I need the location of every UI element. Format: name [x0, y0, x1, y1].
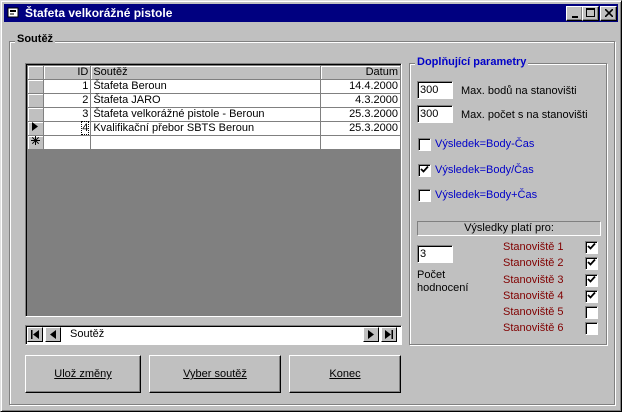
column-header-id[interactable]: ID	[42, 65, 92, 80]
new-cell-id[interactable]	[42, 135, 92, 150]
app-window: Štafeta velkorážné pistole Soutěž ID Sou…	[0, 0, 622, 412]
eval-count-label-1: Počet	[417, 269, 446, 281]
checkmark-icon	[420, 165, 429, 173]
minimize-button[interactable]	[566, 6, 583, 21]
checkmark-icon	[587, 291, 596, 299]
station-3-label: Stanoviště 3	[503, 274, 564, 286]
cell-name[interactable]: Štafeta JARO	[90, 93, 322, 108]
station-5-label: Stanoviště 5	[503, 306, 564, 318]
cell-name[interactable]: Kvalifikační přebor SBTS Beroun	[90, 121, 322, 136]
competition-grid[interactable]: ID Soutěž Datum 1 Štafeta Beroun 14.4.20…	[25, 63, 402, 317]
maximize-button[interactable]	[582, 6, 599, 21]
cell-date[interactable]: 14.4.2000	[320, 79, 401, 94]
cell-date[interactable]: 25.3.2000	[320, 107, 401, 122]
station-4-label: Stanoviště 4	[503, 290, 564, 302]
save-changes-button[interactable]: Ulož změny	[25, 355, 141, 393]
max-points-label: Max. bodů na stanovišti	[461, 85, 577, 97]
cell-name[interactable]: Štafeta Beroun	[90, 79, 322, 94]
max-points-input[interactable]: 300	[417, 81, 453, 99]
first-record-icon	[31, 330, 39, 339]
eval-count-input[interactable]: 3	[417, 245, 453, 263]
station-1-checkbox[interactable]	[585, 241, 598, 254]
grid-header-row: ID Soutěž Datum	[27, 65, 401, 80]
cell-id[interactable]: 2	[42, 93, 92, 108]
cell-id[interactable]: 3	[42, 107, 92, 122]
exit-button[interactable]: Konec	[289, 355, 401, 393]
station-6-label: Stanoviště 6	[503, 322, 564, 334]
table-row[interactable]: 2 Štafeta JARO 4.3.2000	[27, 93, 401, 108]
formula-plus-checkbox[interactable]	[418, 189, 431, 202]
table-row[interactable]: 1 Štafeta Beroun 14.4.2000	[27, 79, 401, 94]
station-3-checkbox[interactable]	[585, 274, 598, 287]
cell-id-value: 4	[81, 121, 90, 135]
prev-record-icon	[50, 330, 56, 339]
new-cell-date[interactable]	[320, 135, 401, 150]
formula-minus-label: Výsledek=Body-Čas	[435, 138, 535, 150]
station-4-checkbox[interactable]	[585, 290, 598, 303]
row-selector[interactable]	[27, 107, 44, 122]
record-navigator: Soutěž	[25, 325, 402, 345]
current-row-arrow-icon	[32, 122, 39, 131]
new-row[interactable]	[27, 135, 401, 150]
new-row-selector[interactable]	[27, 135, 44, 150]
title-bar[interactable]: Štafeta velkorážné pistole	[4, 4, 618, 22]
checkmark-icon	[587, 242, 596, 250]
cell-id[interactable]: 1	[42, 79, 92, 94]
column-header-name[interactable]: Soutěž	[90, 65, 322, 80]
prev-record-button[interactable]	[45, 327, 61, 342]
group-title: Soutěž	[15, 33, 56, 45]
station-2-checkbox[interactable]	[585, 257, 598, 270]
cell-name[interactable]: Štafeta velkorážné pistole - Beroun	[90, 107, 322, 122]
cell-date[interactable]: 25.3.2000	[320, 121, 401, 136]
checkmark-icon	[587, 275, 596, 283]
max-time-input[interactable]: 300	[417, 105, 453, 123]
maximize-icon	[586, 8, 595, 17]
station-1-label: Stanoviště 1	[503, 241, 564, 253]
params-title: Doplňující parametry	[415, 56, 529, 68]
select-competition-button[interactable]: Vyber soutěž	[149, 355, 281, 393]
row-selector-header	[27, 65, 44, 80]
last-record-button[interactable]	[381, 327, 397, 342]
table-row[interactable]: 3 Štafeta velkorážné pistole - Beroun 25…	[27, 107, 401, 122]
cell-id[interactable]: 4	[42, 121, 92, 136]
column-header-date[interactable]: Datum	[320, 65, 401, 80]
checkmark-icon	[587, 258, 596, 266]
next-record-icon	[368, 330, 374, 339]
row-selector[interactable]	[27, 79, 44, 94]
formula-minus-checkbox[interactable]	[418, 138, 431, 151]
first-record-button[interactable]	[27, 327, 43, 342]
next-record-button[interactable]	[363, 327, 379, 342]
navigator-caption: Soutěž	[70, 328, 105, 340]
cell-date[interactable]: 4.3.2000	[320, 93, 401, 108]
formula-plus-label: Výsledek=Body+Čas	[435, 189, 538, 201]
app-icon	[7, 7, 19, 18]
formula-divide-checkbox[interactable]	[418, 164, 431, 177]
station-2-label: Stanoviště 2	[503, 257, 564, 269]
last-record-icon	[385, 330, 393, 339]
new-cell-name[interactable]	[90, 135, 322, 150]
row-selector[interactable]	[27, 93, 44, 108]
window-title: Štafeta velkorážné pistole	[25, 6, 173, 20]
station-5-checkbox[interactable]	[585, 306, 598, 319]
station-6-checkbox[interactable]	[585, 322, 598, 335]
row-selector-current[interactable]	[27, 121, 44, 136]
minimize-icon	[571, 16, 578, 18]
formula-divide-label: Výsledek=Body/Čas	[435, 164, 534, 176]
close-button[interactable]	[600, 6, 617, 21]
results-header: Výsledky platí pro:	[417, 221, 601, 236]
new-record-icon	[30, 136, 40, 145]
max-time-label: Max. počet s na stanovišti	[461, 109, 588, 121]
eval-count-label-2: hodnocení	[417, 282, 469, 294]
close-icon	[603, 8, 614, 18]
table-row-current[interactable]: 4 Kvalifikační přebor SBTS Beroun 25.3.2…	[27, 121, 401, 136]
